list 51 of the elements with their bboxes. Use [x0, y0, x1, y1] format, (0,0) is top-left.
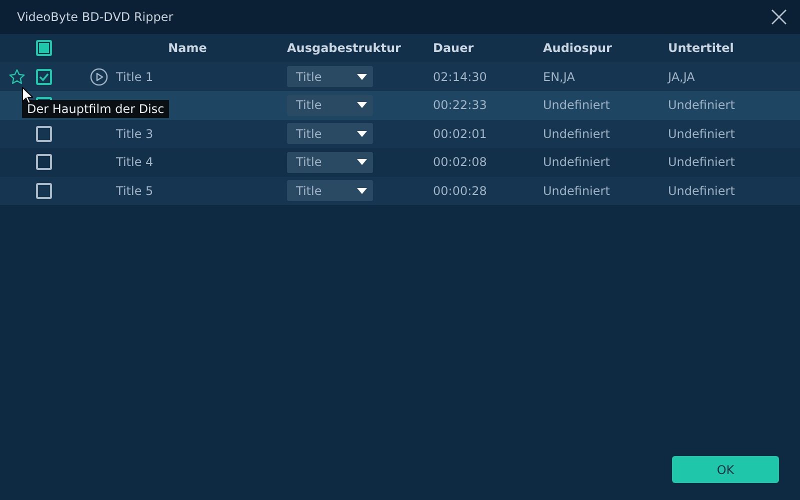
window-title: VideoByte BD-DVD Ripper: [17, 10, 174, 24]
play-icon[interactable]: [90, 68, 108, 86]
duration: 02:14:30: [433, 70, 487, 84]
subtitles: Undefiniert: [668, 184, 735, 198]
dropdown-caret-icon: [357, 130, 367, 137]
dropdown-caret-icon: [357, 74, 367, 80]
title-name: Title 3: [116, 126, 154, 141]
audio-track: Undefiniert: [543, 98, 610, 112]
duration: 00:22:33: [433, 98, 487, 112]
table-row[interactable]: Title 3 Title 00:02:01 Undefiniert Undefiniert: [0, 120, 800, 148]
duration: 00:00:28: [433, 184, 487, 198]
title-name: Title 1: [116, 70, 154, 84]
structure-dropdown[interactable]: Title: [287, 123, 373, 144]
subtitles: Undefiniert: [668, 126, 735, 141]
select-all-checkbox[interactable]: [36, 40, 52, 56]
tooltip: Der Hauptfilm der Disc: [22, 100, 170, 118]
structure-dropdown[interactable]: Title: [287, 152, 373, 173]
table-row[interactable]: Title 1 Title 02:14:30 EN,JA JA,JA: [0, 62, 800, 91]
structure-dropdown[interactable]: Title: [287, 66, 373, 87]
column-header: Untertitel: [668, 41, 734, 55]
row-checkbox[interactable]: [36, 126, 52, 142]
row-checkbox[interactable]: [36, 154, 52, 170]
row-checkbox[interactable]: [36, 182, 52, 199]
subtitles: JA,JA: [668, 70, 695, 84]
audio-track: Undefiniert: [543, 155, 610, 170]
duration: 00:02:08: [433, 155, 487, 170]
column-header: Dauer: [433, 41, 474, 55]
column-header: Ausgabestruktur: [287, 41, 401, 55]
checkmark-icon: [39, 72, 49, 82]
mouse-cursor-icon: [22, 87, 33, 104]
audio-track: EN,JA: [543, 70, 575, 84]
structure-dropdown[interactable]: Title: [287, 94, 373, 116]
column-header: Name: [168, 41, 207, 55]
table-row[interactable]: Title 4 Title 00:02:08 Undefiniert Undefiniert: [0, 148, 800, 176]
audio-track: Undefiniert: [543, 184, 610, 198]
structure-dropdown[interactable]: Title: [287, 180, 373, 202]
subtitles: Undefiniert: [668, 98, 735, 112]
dropdown-caret-icon: [357, 159, 367, 166]
row-checkbox[interactable]: [36, 68, 52, 84]
star-icon[interactable]: [8, 68, 26, 86]
title-name: Title 5: [116, 184, 154, 198]
title-name: Title 4: [116, 155, 154, 170]
ok-button[interactable]: OK: [672, 456, 779, 483]
duration: 00:02:01: [433, 126, 487, 141]
table-row[interactable]: Title 5 Title 00:00:28 Undefiniert Undefiniert: [0, 176, 800, 205]
dropdown-caret-icon: [357, 102, 367, 108]
column-header: Audiospur: [543, 41, 612, 55]
dropdown-caret-icon: [357, 188, 367, 194]
close-button[interactable]: [770, 8, 788, 26]
audio-track: Undefiniert: [543, 126, 610, 141]
subtitles: Undefiniert: [668, 155, 735, 170]
